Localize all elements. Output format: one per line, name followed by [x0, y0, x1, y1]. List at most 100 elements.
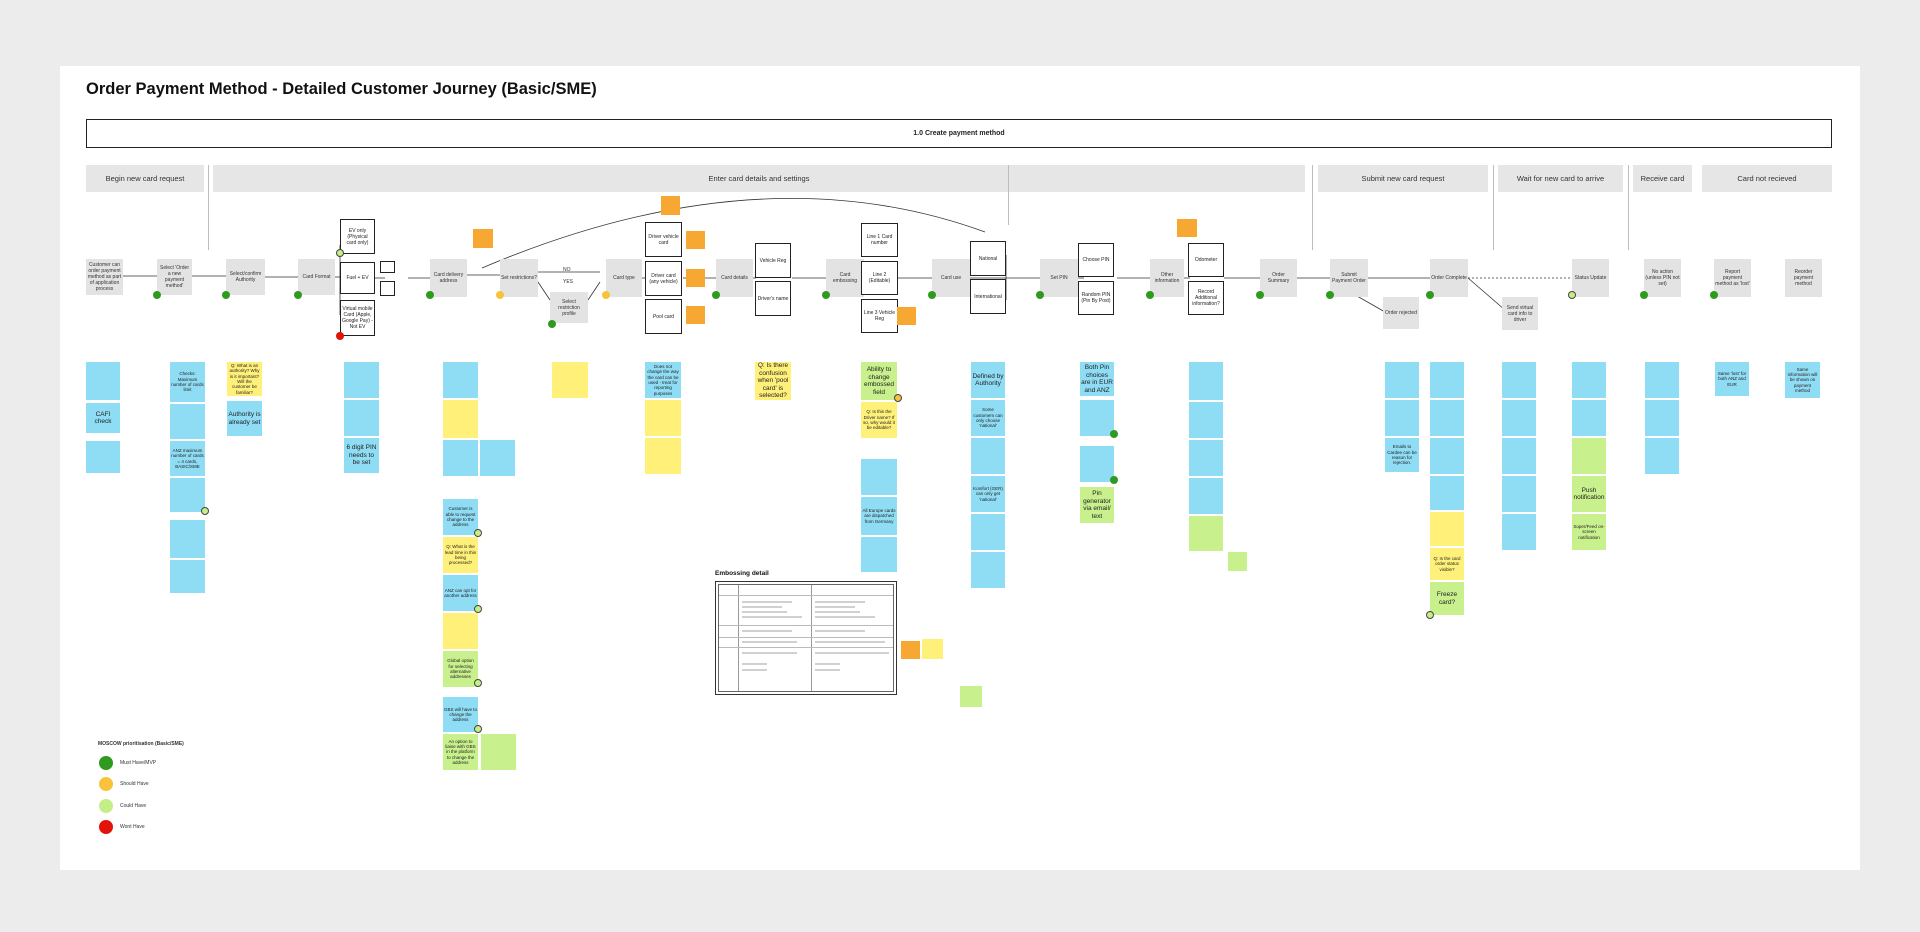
sticky-note: Checks: Maximum number of cards limit — [170, 362, 205, 402]
table-text — [742, 616, 802, 618]
sticky-note — [861, 459, 897, 495]
sticky-note: Q: Is there confusion when 'pool card' i… — [755, 362, 791, 400]
priority-dot — [1110, 476, 1118, 484]
option-fuel-sub-2 — [380, 281, 395, 296]
table-text — [742, 663, 767, 665]
priority-dot — [602, 291, 610, 299]
sticky-note: Super/Feed on-screen notification — [1572, 514, 1606, 550]
detail-drivers-name: Driver's name — [755, 281, 791, 316]
option-driver-card: Driver card (any vehicle) — [645, 261, 682, 296]
option-fuel-sub-1 — [380, 261, 395, 273]
priority-dot — [1640, 291, 1648, 299]
flow-connectors: NO YES — [123, 197, 1572, 315]
option-pool-card: Pool card — [645, 299, 682, 334]
sticky-note — [1502, 438, 1536, 474]
use-national: National — [970, 241, 1006, 276]
table-text — [815, 663, 840, 665]
sticky-note — [1572, 400, 1606, 436]
step-card-details: Card details — [716, 259, 753, 297]
table-text — [815, 652, 889, 654]
table-text — [742, 606, 782, 608]
sticky-note — [1080, 446, 1114, 482]
sticky-note — [1645, 438, 1679, 474]
embossing-title: Embossing detail — [715, 570, 769, 577]
sticky-note — [1189, 440, 1223, 476]
sticky-note: Freeze card? — [1430, 582, 1464, 615]
table-text — [815, 630, 865, 632]
sticky-note — [1430, 512, 1464, 546]
embossing-grid — [718, 584, 894, 692]
emboss-line-1: Line 1 Card number — [861, 223, 898, 257]
orange-note — [1177, 219, 1197, 237]
sticky-note: CAFI check — [86, 403, 120, 433]
sticky-note — [861, 537, 897, 572]
sticky-note — [1228, 552, 1247, 571]
legend-should-have-dot — [99, 777, 113, 791]
sticky-note — [960, 686, 982, 707]
legend-wont-have-label: Wont Have — [120, 824, 145, 830]
sticky-note — [86, 362, 120, 400]
step-application: Customer can order payment method as par… — [86, 259, 123, 295]
priority-dot — [294, 291, 302, 299]
priority-dot — [1036, 291, 1044, 299]
step-report-lost: Report payment method as 'lost' — [1714, 259, 1751, 297]
sticky-note: Pin generator via email/ text — [1080, 487, 1114, 523]
legend-should-have-label: Should Have — [120, 781, 149, 787]
priority-dot — [474, 529, 482, 537]
sticky-note: An option to liaise with GBS in the plat… — [443, 734, 478, 770]
sticky-note — [480, 440, 515, 476]
priority-dot — [336, 332, 344, 340]
table-row-divider — [719, 625, 893, 626]
legend-must-have-label: Must Have/MVP — [120, 760, 157, 766]
sticky-note: Same 'lost' for both ANZ and EUR — [1715, 362, 1749, 396]
sticky-note — [1502, 514, 1536, 550]
table-col-divider — [811, 585, 812, 691]
table-text — [742, 652, 797, 654]
legend-wont-have-dot — [99, 820, 113, 834]
sticky-note — [1502, 476, 1536, 512]
priority-dot — [1110, 430, 1118, 438]
sticky-note — [170, 478, 205, 512]
sticky-note — [552, 362, 588, 398]
priority-dot — [336, 249, 344, 257]
step-card-embossing: Card embossing — [826, 259, 864, 297]
priority-dot — [1326, 291, 1334, 299]
sticky-note: Emails to Cardee can be reason for rejec… — [1385, 438, 1419, 472]
step-card-type: Card type — [606, 259, 642, 297]
step-select-order: Select 'Order a new payment method' — [157, 259, 192, 295]
step-delivery-address: Card delivery address — [430, 259, 467, 297]
sticky-note — [1502, 362, 1536, 398]
table-text — [742, 641, 797, 643]
table-text — [815, 606, 855, 608]
sticky-note — [170, 520, 205, 558]
sticky-note: Q: Is this the Driver name? If so, why w… — [861, 402, 897, 438]
sticky-note: Defined by Authority — [971, 362, 1005, 398]
step-card-use: Card use — [932, 259, 970, 297]
sticky-note: 6 digit PIN needs to be set — [344, 438, 379, 473]
sticky-note — [922, 639, 943, 659]
priority-dot — [1710, 291, 1718, 299]
table-text — [815, 641, 885, 643]
sticky-note — [971, 552, 1005, 588]
priority-dot — [1426, 611, 1434, 619]
step-card-format: Card Format — [298, 259, 335, 295]
priority-dot — [928, 291, 936, 299]
sticky-note: Does not change the way the card can be … — [645, 362, 681, 398]
step-set-restrictions: Set restrictions? — [500, 259, 538, 297]
sticky-note: Ability to change embossed field — [861, 362, 897, 400]
sticky-note: ANZ maximum number of cards = 4 cards, B… — [170, 441, 205, 476]
step-reorder: Reorder payment method — [1785, 259, 1822, 297]
detail-vehicle-reg: Vehicle Reg — [755, 243, 791, 278]
priority-dot — [474, 725, 482, 733]
orange-note — [686, 306, 705, 324]
sticky-note — [344, 362, 379, 398]
sticky-note: Q: What is an authority? Why is it impor… — [227, 362, 262, 396]
sticky-note — [1189, 478, 1223, 514]
orange-note — [901, 641, 920, 659]
sticky-note: Push notification — [1572, 476, 1606, 512]
priority-dot — [1426, 291, 1434, 299]
step-authority: Select/confirm Authority — [226, 259, 265, 295]
priority-dot — [426, 291, 434, 299]
sticky-note — [443, 440, 478, 476]
sticky-note — [645, 438, 681, 474]
